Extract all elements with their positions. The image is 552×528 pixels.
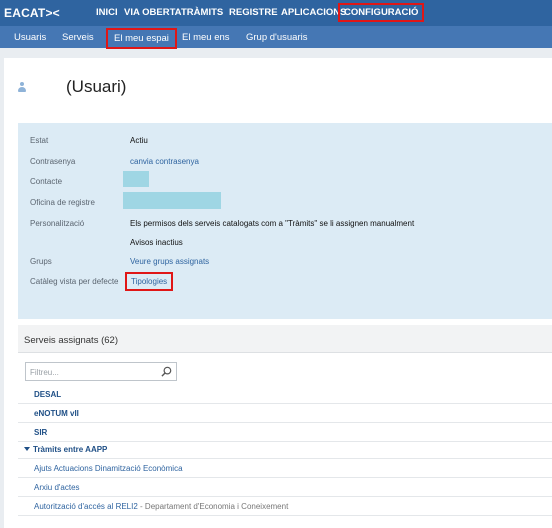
tipologies-link[interactable]: Tipologies xyxy=(125,272,174,291)
service-group-name: Tràmits entre AAPP xyxy=(24,445,107,454)
oficina-label: Oficina de registre xyxy=(30,198,95,207)
user-info-box: Estat Actiu Contrasenya canvia contrasen… xyxy=(18,123,552,319)
estat-value: Actiu xyxy=(130,136,148,145)
search-icon[interactable] xyxy=(161,366,172,377)
service-row[interactable]: DESAL xyxy=(18,385,552,404)
filter-input[interactable] xyxy=(30,366,154,378)
estat-label: Estat xyxy=(30,136,49,145)
subnav-el-meu-espai[interactable]: El meu espai xyxy=(106,28,177,49)
grups-label: Grups xyxy=(30,257,52,266)
oficina-redacted xyxy=(123,192,221,209)
canvia-contrasenya-link[interactable]: canvia contrasenya xyxy=(130,157,199,166)
cataleg-label: Catàleg vista per defecte xyxy=(30,277,119,286)
avisos-value: Avisos inactius xyxy=(130,238,183,247)
nav-tramits[interactable]: TRÀMITS xyxy=(181,7,223,18)
contrasenya-label: Contrasenya xyxy=(30,157,76,166)
filter-box xyxy=(25,362,177,381)
subnav-usuaris[interactable]: Usuaris xyxy=(14,32,46,43)
eacat-logo[interactable]: EACAT>< xyxy=(4,6,60,20)
service-name: Autorització d'accés al RELI2 xyxy=(34,502,138,511)
subnav-serveis[interactable]: Serveis xyxy=(62,32,94,43)
nav-via-oberta[interactable]: VIA OBERTA xyxy=(124,7,182,18)
service-dept: - Departament d'Economia i Coneixement xyxy=(137,502,289,511)
services-header: Serveis assignats (62) xyxy=(18,325,552,353)
subnav-el-meu-ens[interactable]: El meu ens xyxy=(182,32,230,43)
nav-inici[interactable]: INICI xyxy=(96,7,118,18)
services-title: Serveis assignats (62) xyxy=(24,335,118,346)
top-navbar: EACAT>< INICI VIA OBERTA TRÀMITS REGISTR… xyxy=(0,0,552,26)
veure-grups-link[interactable]: Veure grups assignats xyxy=(130,257,209,266)
service-name: Arxiu d'actes xyxy=(34,483,80,492)
service-row[interactable]: SIR xyxy=(18,423,552,442)
service-name: SIR xyxy=(34,428,48,437)
service-row[interactable]: Arxiu d'actes xyxy=(18,478,552,497)
service-row[interactable]: Autorització d'accés al RELI2 - Departam… xyxy=(18,497,552,516)
user-icon xyxy=(17,82,26,92)
services-box: Serveis assignats (62) DESAL eNOTUM vII … xyxy=(18,325,552,528)
page-title: (Usuari) xyxy=(66,77,127,96)
subnav-grup-usuaris[interactable]: Grup d'usuaris xyxy=(246,32,307,43)
caret-down-icon xyxy=(24,447,30,451)
contacte-label: Contacte xyxy=(30,177,63,186)
service-group-row[interactable]: Tràmits entre AAPP xyxy=(18,442,552,459)
service-name: Ajuts Actuacions Dinamització Econòmica xyxy=(34,464,183,473)
service-name: DESAL xyxy=(34,390,62,399)
personalitzacio-label: Personalització xyxy=(30,219,85,228)
main-panel: (Usuari) Estat Actiu Contrasenya canvia … xyxy=(4,58,552,528)
service-name-wrap: Autorització d'accés al RELI2 - Departam… xyxy=(34,502,288,511)
service-group-label: Tràmits entre AAPP xyxy=(33,445,108,454)
service-row[interactable]: eNOTUM vII xyxy=(18,404,552,423)
sub-navbar: Usuaris Serveis El meu espai El meu ens … xyxy=(0,26,552,49)
nav-aplicacions[interactable]: APLICACIONS xyxy=(281,7,346,18)
contacte-redacted xyxy=(123,171,149,187)
nav-configuracio[interactable]: CONFIGURACIÓ xyxy=(338,3,425,22)
personalitzacio-value: Els permisos dels serveis catalogats com… xyxy=(130,219,415,228)
service-name: eNOTUM vII xyxy=(34,409,79,418)
service-row[interactable]: Ajuts Actuacions Dinamització Econòmica xyxy=(18,459,552,478)
nav-registre[interactable]: REGISTRE xyxy=(229,7,278,18)
